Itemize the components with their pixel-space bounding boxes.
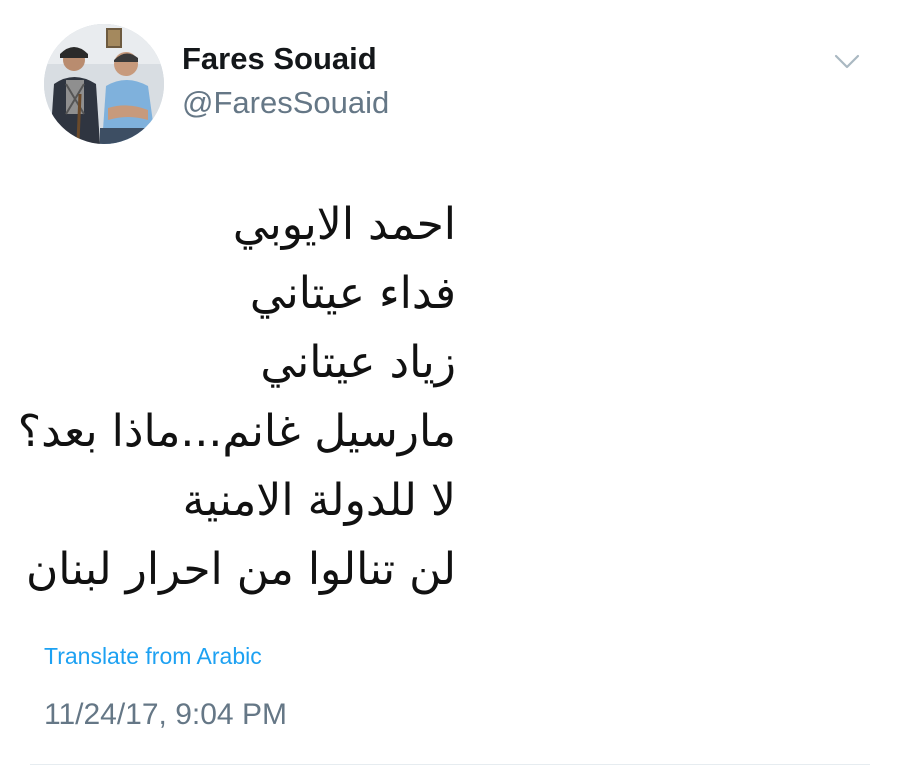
author-display-name[interactable]: Fares Souaid bbox=[182, 40, 377, 78]
tweet-timestamp[interactable]: 11/24/17, 9:04 PM bbox=[44, 697, 287, 733]
tweet-line: فداء عيتاني bbox=[249, 268, 456, 319]
author-handle[interactable]: @FaresSouaid bbox=[182, 84, 389, 122]
tweet-line: لا للدولة الامنية bbox=[182, 475, 456, 526]
profile-photo bbox=[44, 24, 164, 144]
translate-link[interactable]: Translate from Arabic bbox=[44, 642, 262, 670]
tweet-line: لن تنالوا من احرار لبنان bbox=[25, 544, 456, 595]
tweet-line: احمد الايوبي bbox=[232, 199, 456, 250]
tweet-line: زياد عيتاني bbox=[260, 337, 456, 388]
chevron-down-icon bbox=[834, 54, 860, 69]
divider bbox=[30, 764, 870, 765]
tweet-text: احمد الايوبي فداء عيتاني زياد عيتاني مار… bbox=[16, 190, 456, 604]
tweet-line: مارسيل غانم...ماذا بعد؟ bbox=[17, 406, 456, 457]
avatar[interactable] bbox=[44, 24, 164, 144]
tweet-menu-button[interactable] bbox=[832, 50, 862, 72]
